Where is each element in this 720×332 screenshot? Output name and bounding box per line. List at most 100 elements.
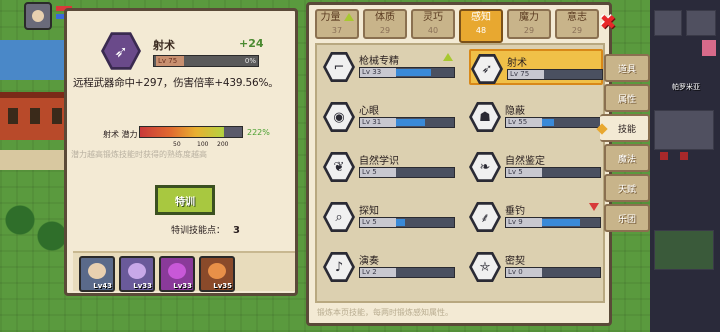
skill-name: 隐蔽 [505, 106, 525, 117]
player-avatar[interactable] [24, 2, 52, 30]
skill-icon-frame: ⌐ [323, 51, 355, 83]
skill-icon-frame: ❦ [323, 151, 355, 183]
skill-name: 自然学识 [359, 156, 399, 167]
world-minimap-area [650, 0, 720, 332]
side-tab-label: 魔法 [617, 154, 636, 165]
skills-panel: 力量 37 体质 29 灵巧 40 感知 48 魔力 29 意志 29 ✖ ⌐ 枪械专精 Lv 33 ➶ 射术… [306, 2, 616, 326]
tab-attribute[interactable]: 体质 29 [363, 9, 407, 39]
tab-attribute[interactable]: 意志 29 [555, 9, 599, 39]
skill-name: 演奏 [359, 256, 379, 267]
skill-name: 自然鉴定 [505, 156, 545, 167]
arrows-icon: ➶ [104, 35, 138, 67]
skill-item[interactable]: ⌐ 枪械专精 Lv 33 [323, 49, 457, 85]
side-tab[interactable]: 魔法 [604, 144, 650, 172]
mask-icon: ☗ [472, 104, 498, 130]
skill-progress-bar: Lv 2 [359, 267, 455, 278]
trees [0, 200, 72, 260]
potential-percent: 222% [247, 128, 270, 137]
side-tab[interactable]: 道具 [604, 54, 650, 82]
skill-progress-fill [396, 69, 431, 76]
side-tab[interactable]: 天赋 [604, 174, 650, 202]
skill-detail-name: 射术 [153, 39, 175, 52]
skill-progress-bar: Lv 33 [359, 67, 455, 78]
level-up-arrow-icon [343, 13, 354, 21]
potential-label: 射术 潜力 [103, 130, 138, 139]
attribute-name: 力量 [317, 11, 357, 25]
skill-progress-fill [542, 119, 554, 126]
skill-progress-fill [396, 119, 425, 126]
skill-icon-frame: ➶ [471, 53, 503, 85]
side-tab-label: 天赋 [617, 184, 636, 195]
side-tab-label: 道具 [617, 64, 636, 75]
skill-icon-frame: ☗ [469, 101, 501, 133]
skill-name: 心眼 [359, 106, 379, 117]
skill-level: Lv 5 [506, 168, 542, 177]
skill-progress-bar: Lv 9 [505, 217, 601, 228]
tab-attribute[interactable]: 灵巧 40 [411, 9, 455, 39]
music-note-icon: ♪ [326, 254, 352, 280]
skill-detail-level: Lv 75 [156, 56, 184, 66]
tab-attribute[interactable]: 感知 48 [459, 9, 503, 43]
skill-icon-frame: ♪ [323, 251, 355, 283]
skill-icon-frame: ◉ [323, 101, 355, 133]
special-training-button[interactable]: 特训 [155, 185, 215, 215]
skill-name: 密契 [505, 256, 525, 267]
attribute-name: 灵巧 [423, 12, 443, 23]
team-member[interactable]: Lv33 [159, 256, 195, 292]
fishing-rod-icon: ⸙ [472, 204, 498, 230]
road [0, 150, 72, 170]
skill-detail-icon: ➶ [101, 32, 141, 70]
leaf-icon: ❦ [326, 154, 352, 180]
attribute-tabs: 力量 37 体质 29 灵巧 40 感知 48 魔力 29 意志 29 [315, 9, 605, 43]
tab-attribute[interactable]: 力量 37 [315, 9, 359, 39]
skill-name: 垂钓 [505, 206, 525, 217]
map-location-label: 帕罗米亚 [672, 83, 700, 91]
attribute-value: 29 [523, 26, 535, 35]
skill-item[interactable]: ⛤ 密契 Lv 0 [469, 249, 603, 285]
level-up-arrow-icon [443, 53, 453, 61]
skill-item[interactable]: ❧ 自然鉴定 Lv 5 [469, 149, 603, 185]
attribute-value: 29 [379, 26, 391, 35]
side-tab-label: 技能 [617, 124, 636, 135]
skill-item[interactable]: ♪ 演奏 Lv 2 [323, 249, 457, 285]
skill-icon-frame: ⛤ [469, 251, 501, 283]
skill-level: Lv 9 [506, 218, 542, 227]
side-tab[interactable]: 属性 [604, 84, 650, 112]
water-tile [0, 40, 72, 80]
potential-tick: 100 [197, 141, 209, 148]
skill-level: Lv 0 [506, 268, 542, 277]
skill-level: Lv 2 [360, 268, 396, 277]
skill-level: Lv 5 [360, 218, 396, 227]
skill-item[interactable]: ⸙ 垂钓 Lv 9 [469, 199, 603, 235]
skill-item[interactable]: ☗ 隐蔽 Lv 55 [469, 99, 603, 135]
magnifier-icon: ⌕ [326, 204, 352, 230]
attribute-value: 29 [571, 26, 583, 35]
training-points-label: 特训技能点： [171, 226, 226, 236]
attribute-value: 37 [331, 26, 343, 35]
skill-item[interactable]: ◉ 心眼 Lv 31 [323, 99, 457, 135]
tab-attribute[interactable]: 魔力 29 [507, 9, 551, 39]
team-member[interactable]: Lv33 [119, 256, 155, 292]
skill-name: 枪械专精 [359, 56, 399, 67]
skill-detail-header: ➶ 射术 +24 Lv 75 0% [73, 17, 289, 79]
team-member[interactable]: Lv43 [79, 256, 115, 292]
skill-level: Lv 75 [508, 70, 544, 79]
close-button[interactable]: ✖ [597, 10, 619, 34]
potential-tick: 50 [173, 141, 181, 148]
level-down-arrow-icon [589, 203, 599, 211]
potential-tick: 200 [217, 141, 229, 148]
team-member[interactable]: Lv35 [199, 256, 235, 292]
skill-progress-bar: Lv 75 [507, 69, 603, 80]
skill-item[interactable]: ❦ 自然学识 Lv 5 [323, 149, 457, 185]
skill-item[interactable]: ⌕ 探知 Lv 5 [323, 199, 457, 235]
skill-item[interactable]: ➶ 射术 Lv 75 [469, 49, 603, 85]
side-tab[interactable]: 技能 [600, 114, 650, 142]
arrows-icon: ➶ [474, 56, 500, 82]
skill-progress-fill [542, 219, 580, 226]
skill-name: 射术 [507, 58, 527, 69]
footer-note: 锻炼本页技能，每两时锻炼感知属性。 [317, 308, 453, 317]
skill-description: 远程武器命中+297，伤害倍率+439.56%。 [73, 77, 279, 89]
skill-level: Lv 55 [506, 118, 542, 127]
side-tab[interactable]: 乐团 [604, 204, 650, 232]
side-tab-label: 乐团 [617, 214, 636, 225]
